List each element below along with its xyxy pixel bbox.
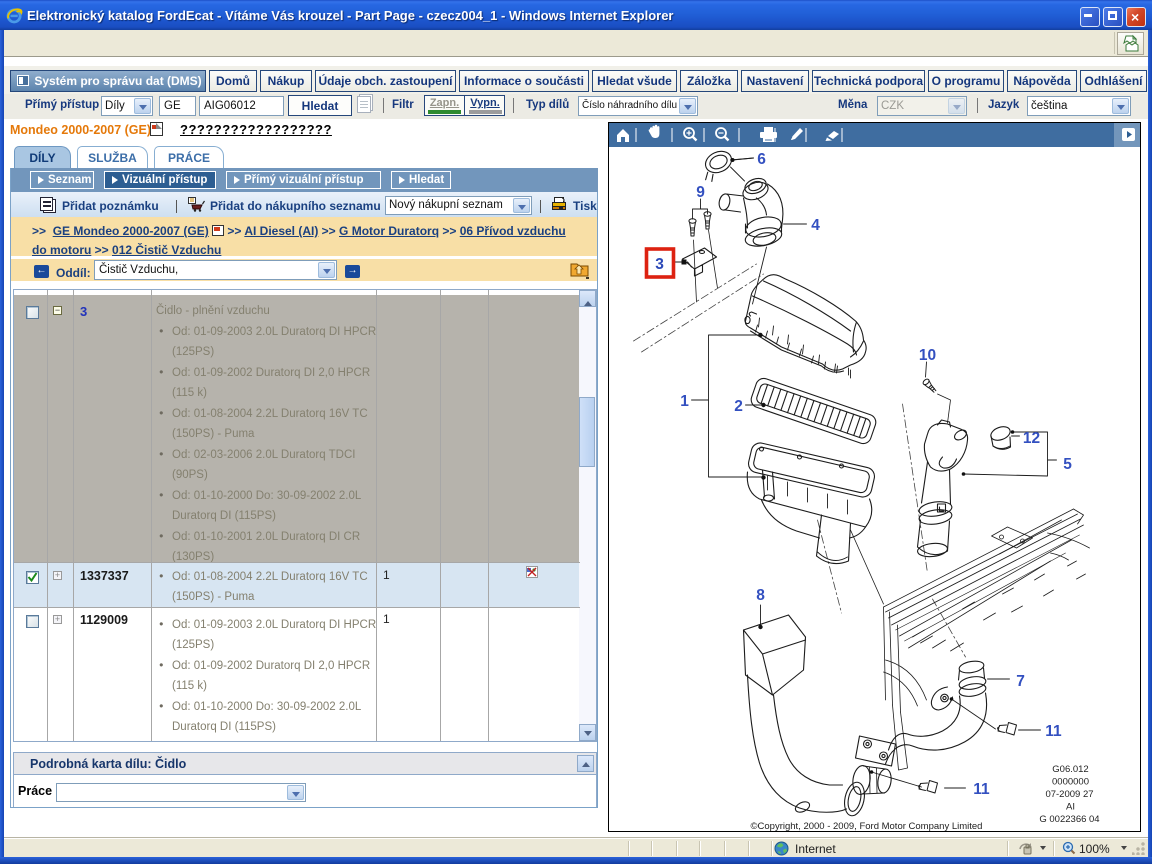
svg-text:1: 1: [680, 393, 689, 410]
svg-text:11: 11: [973, 781, 990, 798]
svg-text:AI: AI: [1066, 802, 1075, 813]
svg-text:8: 8: [756, 587, 765, 604]
svg-text:2: 2: [734, 398, 743, 415]
svg-text:0000000: 0000000: [1052, 777, 1089, 788]
svg-text:11: 11: [1045, 723, 1062, 740]
svg-text:10: 10: [919, 347, 936, 364]
svg-text:3: 3: [655, 256, 664, 273]
svg-text:©Copyright, 2000 - 2009, Ford: ©Copyright, 2000 - 2009, Ford Motor Comp…: [751, 821, 983, 831]
svg-text:07-2009 27: 07-2009 27: [1045, 789, 1093, 800]
svg-text:6: 6: [757, 151, 766, 168]
svg-text:G 0022366 04: G 0022366 04: [1039, 814, 1099, 825]
svg-text:5: 5: [1063, 456, 1072, 473]
svg-text:12: 12: [1023, 430, 1040, 447]
svg-text:7: 7: [1016, 673, 1025, 690]
svg-text:9: 9: [696, 184, 705, 201]
svg-text:4: 4: [811, 217, 820, 234]
svg-text:G06.012: G06.012: [1052, 764, 1088, 775]
